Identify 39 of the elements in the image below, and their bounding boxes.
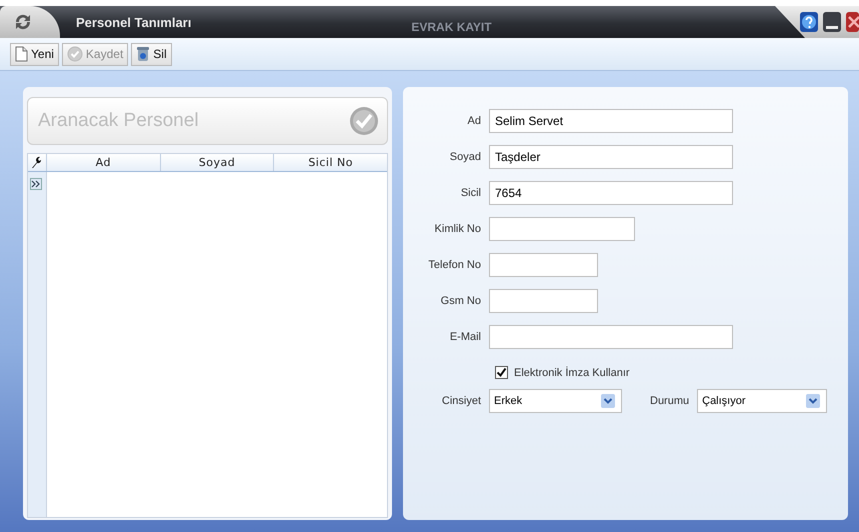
input-field[interactable] bbox=[489, 289, 598, 313]
close-icon[interactable] bbox=[845, 11, 859, 33]
field-label: E-Mail bbox=[448, 331, 481, 343]
help-icon[interactable] bbox=[799, 11, 819, 33]
field-label: Gsm No bbox=[440, 295, 481, 307]
dropdown[interactable]: Erkek bbox=[489, 389, 622, 413]
dropdown[interactable]: Çalışıyor bbox=[697, 389, 828, 413]
trash-icon bbox=[136, 46, 150, 62]
field-label: Durumu bbox=[650, 395, 690, 407]
column-header[interactable]: Sicil No bbox=[273, 154, 387, 171]
search-placeholder: Aranacak Personel bbox=[38, 110, 199, 132]
field-label: Kimlik No bbox=[434, 223, 481, 235]
window-subtitle: EVRAK KAYIT bbox=[411, 20, 492, 34]
input-field[interactable]: Selim Servet bbox=[489, 109, 733, 133]
toolbar-button[interactable]: Sil bbox=[131, 42, 172, 66]
window-title: Personel Tanımları bbox=[76, 14, 192, 30]
checkbox-label: Elektronik İmza Kullanır bbox=[514, 366, 630, 378]
toolbar-button[interactable]: Yeni bbox=[10, 42, 59, 66]
input-field[interactable]: 7654 bbox=[489, 181, 733, 205]
field-label: Cinsiyet bbox=[440, 395, 481, 407]
input-field[interactable]: Taşdeler bbox=[489, 145, 733, 169]
field-label: Soyad bbox=[448, 151, 481, 163]
column-header[interactable]: Soyad bbox=[160, 154, 274, 171]
document-icon bbox=[15, 46, 28, 62]
check-icon bbox=[66, 46, 83, 62]
chevron-down-icon bbox=[806, 394, 820, 408]
column-header[interactable]: Ad bbox=[46, 154, 160, 171]
field-label: Sicil bbox=[460, 187, 481, 199]
expand-icon[interactable] bbox=[30, 178, 42, 190]
input-field[interactable] bbox=[489, 325, 733, 349]
minimize-icon[interactable] bbox=[822, 11, 842, 33]
field-label: Ad bbox=[466, 115, 481, 127]
wrench-icon[interactable] bbox=[30, 155, 42, 169]
field-label: Telefon No bbox=[427, 259, 481, 271]
check-icon[interactable] bbox=[349, 106, 379, 136]
chevron-down-icon bbox=[601, 394, 615, 408]
input-field[interactable] bbox=[489, 217, 635, 241]
checkbox[interactable] bbox=[495, 366, 508, 379]
input-field[interactable] bbox=[489, 253, 598, 277]
